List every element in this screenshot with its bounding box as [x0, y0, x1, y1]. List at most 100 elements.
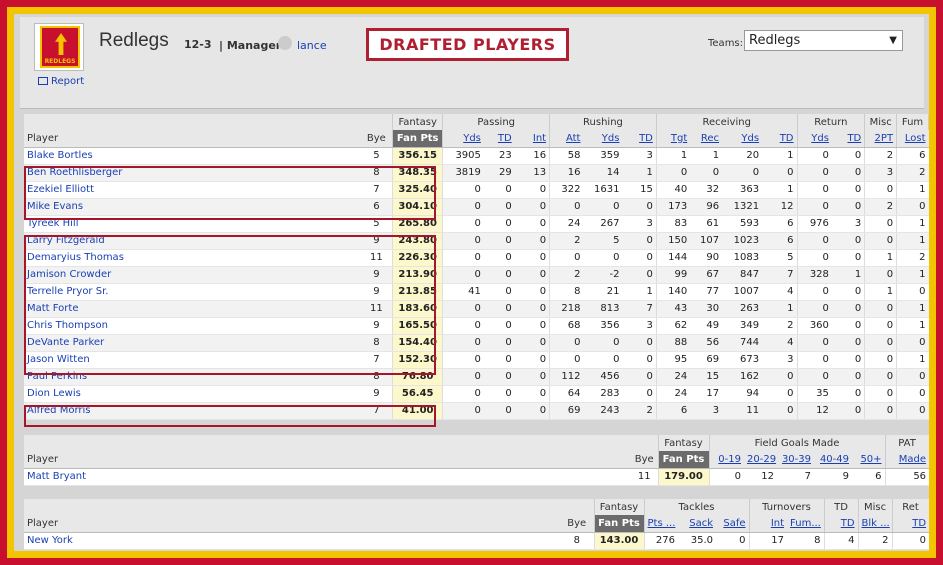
col-player: Player	[24, 451, 631, 469]
stat-cell: 0	[864, 317, 898, 335]
manager-link[interactable]: lance	[297, 39, 327, 52]
logo-figure-icon	[55, 33, 67, 55]
col-fan-pts[interactable]: Fan Pts	[594, 515, 645, 533]
col-header[interactable]: 0-19	[709, 451, 744, 469]
player-name-link[interactable]: Terrelle Pryor Sr.	[24, 283, 361, 301]
player-name-link[interactable]: Blake Bortles	[24, 147, 361, 165]
stat-cell: 21	[583, 283, 623, 301]
team-header: REDLEGS Redlegs 12-3 | Manager: lance DR…	[20, 17, 924, 109]
stat-cell: 0	[797, 198, 832, 216]
stat-cell: 0	[797, 283, 832, 301]
col-header[interactable]: Made	[885, 451, 929, 469]
col-header[interactable]: Pts ...	[644, 515, 678, 533]
stat-cell: 0	[797, 164, 832, 182]
stat-cell: 0	[622, 232, 657, 250]
col-header[interactable]: 2PT	[864, 130, 898, 148]
stat-cell: 0	[762, 368, 798, 386]
col-header[interactable]: Sack	[678, 515, 716, 533]
player-name-link[interactable]: Demaryius Thomas	[24, 249, 361, 267]
stat-cell: 15	[622, 181, 657, 199]
col-header[interactable]: Int	[749, 515, 788, 533]
col-header[interactable]: Tgt	[656, 130, 691, 148]
teams-select[interactable]: Redlegs ▼	[744, 30, 903, 51]
col-header[interactable]: 40-49	[814, 451, 852, 469]
player-name-link[interactable]: Ezekiel Elliott	[24, 181, 361, 199]
stat-cell: 23	[483, 147, 515, 165]
player-name-link[interactable]: Dion Lewis	[24, 385, 361, 403]
stat-cell: 3819	[442, 164, 484, 182]
stat-cell: 2	[549, 232, 584, 250]
stat-cell: 0	[514, 215, 551, 233]
report-icon	[38, 77, 48, 85]
report-link[interactable]: Report	[38, 76, 84, 87]
stat-cell: 0	[864, 385, 898, 403]
col-header[interactable]: Rec	[690, 130, 723, 148]
col-header[interactable]: TD	[831, 130, 866, 148]
player-name-link[interactable]: DeVante Parker	[24, 334, 361, 352]
col-header[interactable]: Blk ...	[858, 515, 893, 533]
stat-cell: 1	[896, 317, 929, 335]
group-ret: Ret	[892, 499, 929, 515]
defense-table-wrap: Fantasy Tackles Turnovers TD Misc Ret Pl…	[24, 499, 929, 550]
col-header[interactable]: Yds	[722, 130, 763, 148]
col-header[interactable]: Fum...	[787, 515, 825, 533]
stat-cell: 5	[583, 232, 623, 250]
col-header[interactable]: TD	[892, 515, 929, 533]
col-fan-pts[interactable]: Fan Pts	[392, 130, 444, 148]
stat-cell: 0	[514, 351, 551, 369]
stat-cell: 263	[722, 300, 763, 318]
stat-cell: 0	[831, 232, 866, 250]
col-header[interactable]: Yds	[583, 130, 623, 148]
offense-table: Fantasy Passing Rushing Receiving Return…	[24, 114, 929, 420]
stat-cell: 456	[583, 368, 623, 386]
stat-cell: 83	[656, 215, 691, 233]
player-name-link[interactable]: New York	[24, 532, 560, 550]
stat-cell: 0	[442, 368, 484, 386]
col-header[interactable]: TD	[483, 130, 515, 148]
player-name-link[interactable]: Ben Roethlisberger	[24, 164, 361, 182]
col-header[interactable]: Safe	[716, 515, 750, 533]
col-fan-pts[interactable]: Fan Pts	[658, 451, 710, 469]
player-row: New York 8 143.00 276 35.0 0 17 8 4 2 0	[24, 532, 929, 550]
team-name: Redlegs	[99, 30, 169, 51]
player-name-link[interactable]: Tyreek Hill	[24, 215, 361, 233]
col-header[interactable]: 30-39	[777, 451, 814, 469]
col-header[interactable]: 50+	[852, 451, 886, 469]
player-name-link[interactable]: Matt Forte	[24, 300, 361, 318]
bye-cell: 9	[360, 385, 394, 403]
fan-pts-cell: 348.35	[392, 164, 444, 182]
col-header[interactable]: Lost	[896, 130, 929, 148]
player-row: Larry Fitzgerald 9 243.80 0 0 0 2 5 0 150 107 1023 6…	[24, 232, 929, 250]
player-name-link[interactable]: Jamison Crowder	[24, 266, 361, 284]
player-name-link[interactable]: Mike Evans	[24, 198, 361, 216]
stat-cell: 0	[892, 532, 929, 550]
stat-cell: 0	[896, 334, 929, 352]
stat-cell: 1	[896, 215, 929, 233]
stat-cell: 12	[797, 402, 832, 420]
stat-cell: 349	[722, 317, 763, 335]
player-name-link[interactable]: Chris Thompson	[24, 317, 361, 335]
col-header[interactable]: TD	[762, 130, 798, 148]
player-name-link[interactable]: Paul Perkins	[24, 368, 361, 386]
stat-cell: 0	[797, 300, 832, 318]
col-header[interactable]: Att	[549, 130, 584, 148]
player-row: Jamison Crowder 9 213.90 0 0 0 2 -2 0 99 67 847 7 328…	[24, 266, 929, 284]
player-name-link[interactable]: Jason Witten	[24, 351, 361, 369]
col-header[interactable]: Yds	[442, 130, 484, 148]
stat-cell: 20	[722, 147, 763, 165]
player-name-link[interactable]: Larry Fitzgerald	[24, 232, 361, 250]
stat-cell: 90	[690, 249, 723, 267]
col-header[interactable]: Yds	[797, 130, 832, 148]
stat-cell: 1	[622, 164, 657, 182]
col-header[interactable]: 20-29	[744, 451, 777, 469]
player-name-link[interactable]: Matt Bryant	[24, 468, 631, 486]
stat-cell: 12	[762, 198, 798, 216]
stat-cell: 0	[831, 317, 866, 335]
col-header[interactable]: TD	[622, 130, 657, 148]
stat-cell: 0	[622, 249, 657, 267]
col-header[interactable]: Int	[514, 130, 551, 148]
player-name-link[interactable]: Alfred Morris	[24, 402, 361, 420]
bye-cell: 11	[360, 249, 394, 267]
col-header[interactable]: TD	[824, 515, 859, 533]
stat-cell: 16	[549, 164, 584, 182]
